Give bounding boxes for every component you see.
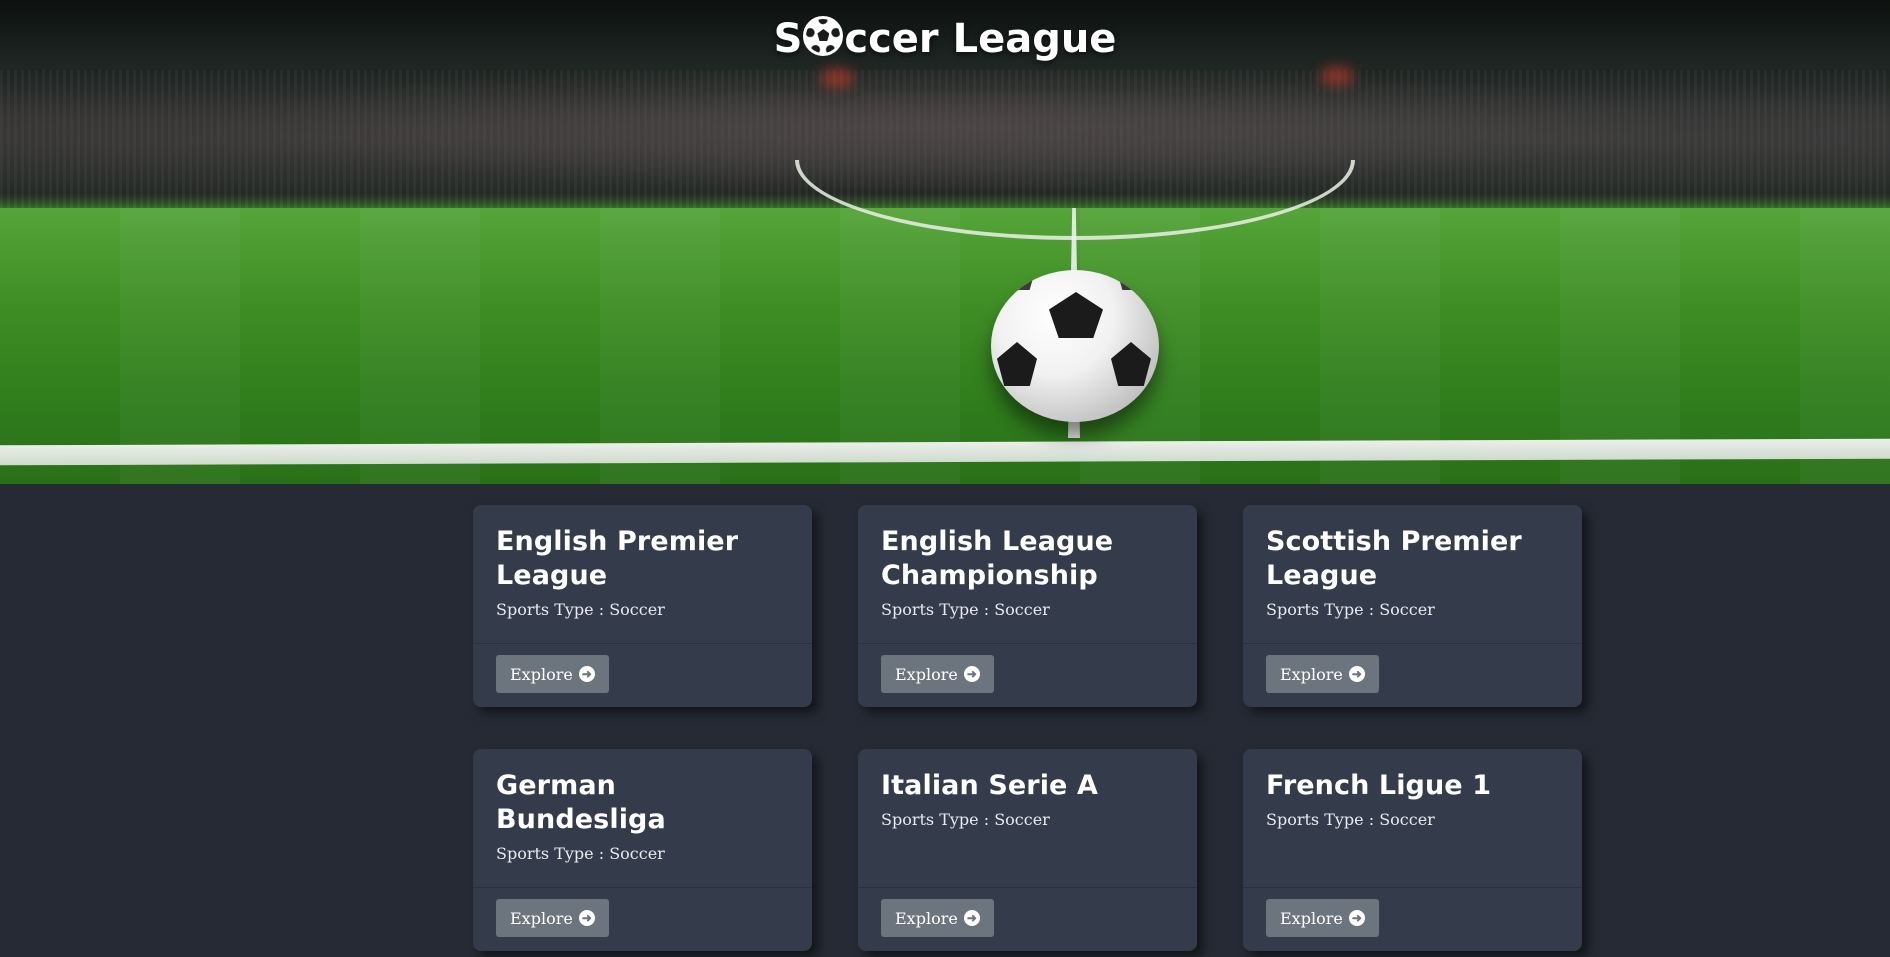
sports-type-label: Sports Type : Soccer xyxy=(881,810,1050,829)
explore-button[interactable]: Explore ➜ xyxy=(1266,899,1379,937)
card-footer: Explore ➜ xyxy=(473,887,812,951)
page-title-prefix: S xyxy=(773,16,803,62)
league-title: English League Championship xyxy=(881,526,1114,591)
league-card-grid: English Premier League Sports Type : Soc… xyxy=(473,505,1585,951)
arrow-circle-right-icon: ➜ xyxy=(963,666,980,682)
explore-button-label: Explore xyxy=(1280,664,1343,684)
explore-button-label: Explore xyxy=(510,908,573,928)
league-card: German Bundesliga Sports Type : Soccer E… xyxy=(473,749,812,951)
card-body: Italian Serie A Sports Type : Soccer xyxy=(858,749,1197,887)
league-title: German Bundesliga xyxy=(496,770,666,835)
page-title: Sccer League xyxy=(0,16,1890,62)
card-footer: Explore ➜ xyxy=(473,643,812,707)
card-footer: Explore ➜ xyxy=(1243,643,1582,707)
card-body: French Ligue 1 Sports Type : Soccer xyxy=(1243,749,1582,887)
league-title: English Premier League xyxy=(496,526,739,591)
stadium-light xyxy=(820,68,854,88)
soccer-ball-icon xyxy=(803,16,844,56)
arrow-circle-right-icon: ➜ xyxy=(578,910,595,926)
page-title-suffix: ccer League xyxy=(844,16,1117,62)
league-title: Italian Serie A xyxy=(881,770,1098,801)
explore-button-label: Explore xyxy=(895,908,958,928)
sports-type-label: Sports Type : Soccer xyxy=(496,844,665,863)
league-card: English League Championship Sports Type … xyxy=(858,505,1197,707)
explore-button-label: Explore xyxy=(1280,908,1343,928)
league-card: French Ligue 1 Sports Type : Soccer Expl… xyxy=(1243,749,1582,951)
card-body: English League Championship Sports Type … xyxy=(858,505,1197,643)
stadium-light xyxy=(1320,66,1354,86)
sports-type-label: Sports Type : Soccer xyxy=(1266,600,1435,619)
explore-button[interactable]: Explore ➜ xyxy=(881,899,994,937)
arrow-circle-right-icon: ➜ xyxy=(963,910,980,926)
explore-button[interactable]: Explore ➜ xyxy=(496,899,609,937)
arrow-circle-right-icon: ➜ xyxy=(1348,910,1365,926)
sports-type-label: Sports Type : Soccer xyxy=(881,600,1050,619)
league-card: Scottish Premier League Sports Type : So… xyxy=(1243,505,1582,707)
explore-button[interactable]: Explore ➜ xyxy=(496,655,609,693)
sports-type-label: Sports Type : Soccer xyxy=(496,600,665,619)
hero-banner: Sccer League xyxy=(0,0,1890,484)
explore-button-label: Explore xyxy=(510,664,573,684)
explore-button-label: Explore xyxy=(895,664,958,684)
soccer-ball-image xyxy=(991,270,1159,422)
arrow-circle-right-icon: ➜ xyxy=(1348,666,1365,682)
league-card: English Premier League Sports Type : Soc… xyxy=(473,505,812,707)
sports-type-label: Sports Type : Soccer xyxy=(1266,810,1435,829)
card-footer: Explore ➜ xyxy=(858,643,1197,707)
card-body: German Bundesliga Sports Type : Soccer xyxy=(473,749,812,887)
card-footer: Explore ➜ xyxy=(858,887,1197,951)
league-card: Italian Serie A Sports Type : Soccer Exp… xyxy=(858,749,1197,951)
card-footer: Explore ➜ xyxy=(1243,887,1582,951)
league-title: French Ligue 1 xyxy=(1266,770,1492,801)
arrow-circle-right-icon: ➜ xyxy=(578,666,595,682)
explore-button[interactable]: Explore ➜ xyxy=(881,655,994,693)
card-body: English Premier League Sports Type : Soc… xyxy=(473,505,812,643)
league-title: Scottish Premier League xyxy=(1266,526,1522,591)
card-body: Scottish Premier League Sports Type : So… xyxy=(1243,505,1582,643)
explore-button[interactable]: Explore ➜ xyxy=(1266,655,1379,693)
